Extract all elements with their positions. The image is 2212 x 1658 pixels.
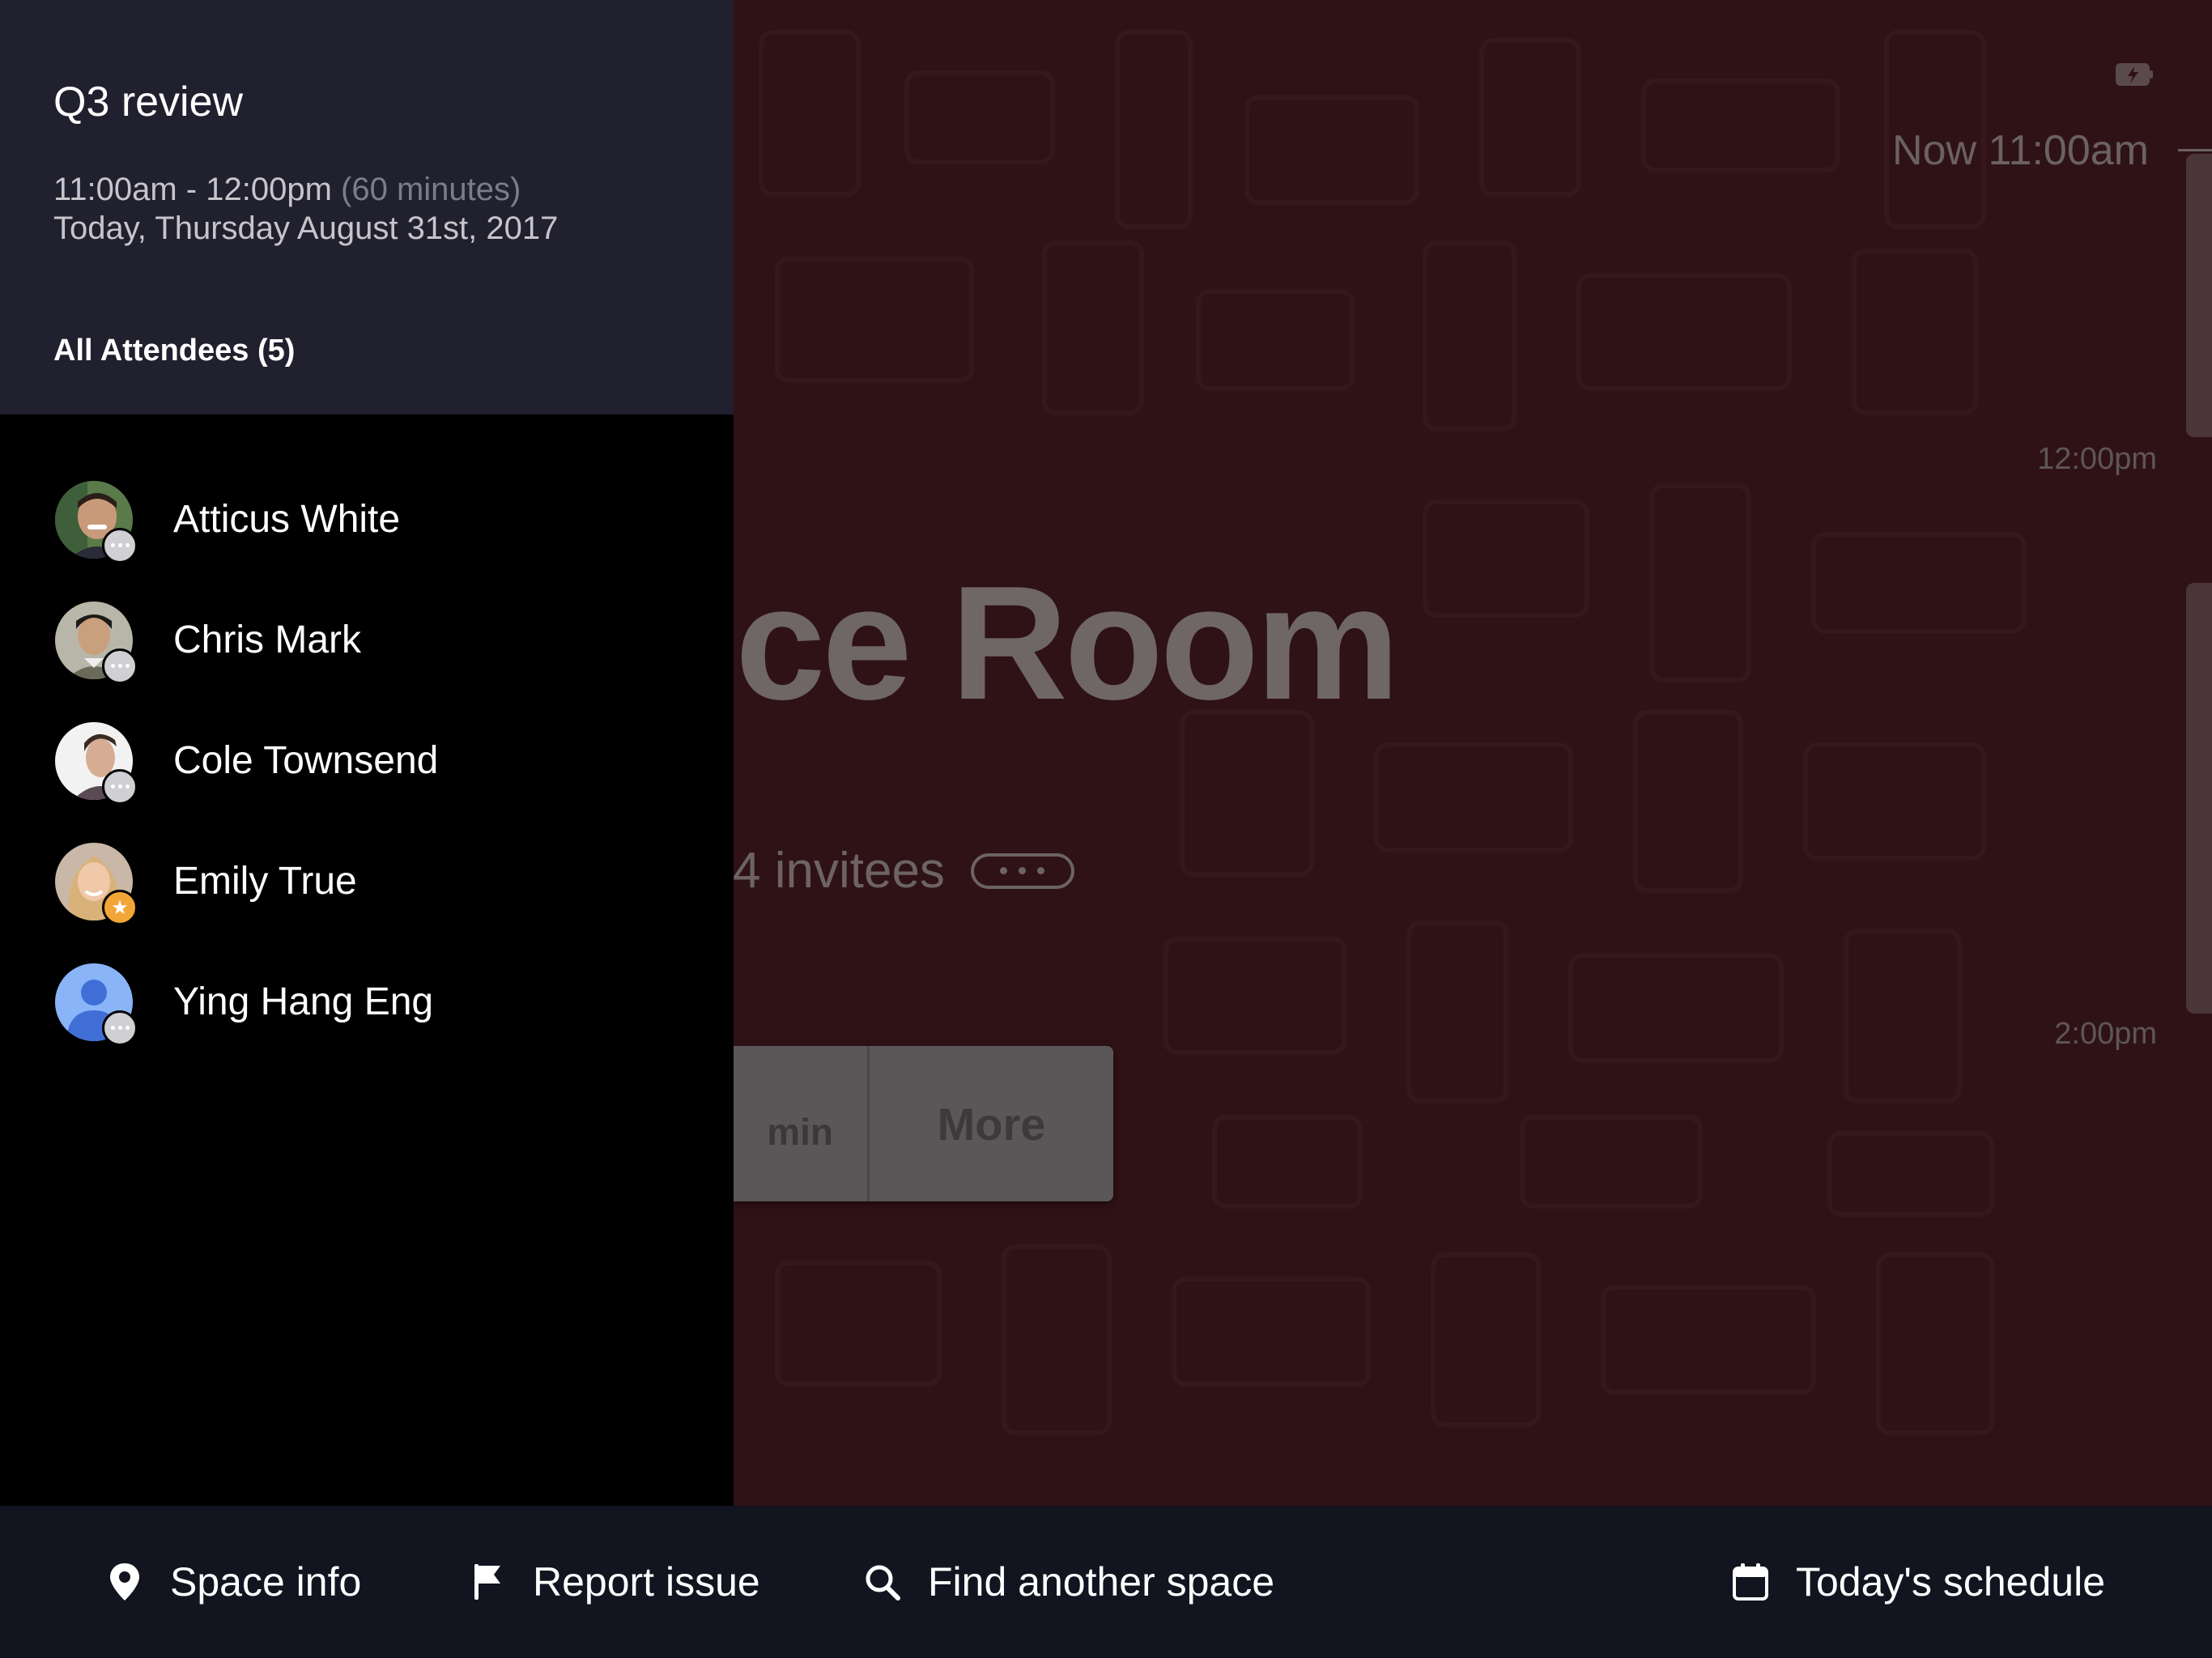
- room-name: nce Room: [640, 553, 1400, 733]
- meeting-date: Today, Thursday August 31st, 2017: [53, 210, 559, 246]
- meeting-duration: (60 minutes): [341, 172, 521, 207]
- avatar: [55, 721, 138, 805]
- invitees-row: 4 invitees: [733, 842, 1074, 899]
- attendee-name: Atticus White: [173, 498, 401, 541]
- avatar: [55, 601, 138, 684]
- avatar: [55, 480, 138, 563]
- more-dot: [1037, 867, 1045, 874]
- attendee-name: Cole Townsend: [173, 739, 439, 782]
- more-dot: [1019, 867, 1027, 874]
- attendees-heading: All Attendees (5): [53, 334, 296, 368]
- more-button-label: More: [937, 1098, 1046, 1150]
- report-issue-button[interactable]: Report issue: [468, 1506, 760, 1658]
- space-info-button[interactable]: Space info: [105, 1506, 361, 1658]
- attendee-name: Chris Mark: [173, 619, 362, 661]
- attendee-name: Emily True: [173, 860, 357, 903]
- search-icon: [866, 1565, 900, 1601]
- avatar: [55, 963, 138, 1046]
- extend-minutes-label: min: [767, 1111, 833, 1153]
- current-time-marker: [2178, 149, 2212, 151]
- timeline-event-block[interactable]: [2186, 154, 2212, 437]
- star-icon: ★: [111, 895, 129, 919]
- calendar-icon: [1733, 1563, 1768, 1601]
- space-info-label: Space info: [170, 1559, 362, 1605]
- flag-icon: [474, 1564, 500, 1600]
- attendee-item[interactable]: Atticus White: [0, 459, 734, 580]
- invitees-more-button[interactable]: [970, 852, 1074, 889]
- find-another-space-button[interactable]: Find another space: [863, 1506, 1274, 1658]
- current-time-label: Now 11:00am: [1892, 127, 2149, 174]
- attendee-status-badge: [102, 768, 138, 805]
- battery-charging-icon: [2116, 63, 2153, 86]
- timeline-time-label: 12:00pm: [2037, 442, 2157, 476]
- more-button[interactable]: More: [870, 1046, 1113, 1201]
- timeline-event-block[interactable]: [2186, 583, 2212, 1014]
- attendee-list: Atticus White Chris Mark Cole Townsend ★…: [0, 414, 734, 1062]
- avatar: ★: [55, 842, 138, 925]
- attendee-name: Ying Hang Eng: [173, 980, 434, 1023]
- meeting-time: 11:00am - 12:00pm (60 minutes): [53, 172, 521, 208]
- meeting-details-panel: Q3 review 11:00am - 12:00pm (60 minutes)…: [0, 0, 734, 1506]
- todays-schedule-label: Today's schedule: [1796, 1559, 2106, 1605]
- find-another-space-label: Find another space: [928, 1559, 1275, 1605]
- invitees-count: 4 invitees: [733, 843, 945, 899]
- meeting-header: Q3 review 11:00am - 12:00pm (60 minutes)…: [0, 0, 734, 414]
- attendee-item[interactable]: ★ Emily True: [0, 821, 734, 942]
- organizer-star-badge: ★: [102, 889, 138, 925]
- timeline-time-label: 2:00pm: [2054, 1017, 2157, 1051]
- attendee-status-badge: [102, 527, 138, 563]
- bottom-action-bar: Space info Report issue Find another spa…: [0, 1506, 2212, 1658]
- meeting-time-range: 11:00am - 12:00pm: [53, 172, 332, 207]
- meeting-title: Q3 review: [53, 79, 244, 125]
- attendee-item[interactable]: Ying Hang Eng: [0, 942, 734, 1062]
- attendee-item[interactable]: Chris Mark: [0, 580, 734, 700]
- location-pin-icon: [110, 1563, 139, 1601]
- more-dot: [1000, 867, 1008, 874]
- todays-schedule-button[interactable]: Today's schedule: [1731, 1506, 2105, 1658]
- report-issue-label: Report issue: [533, 1559, 760, 1605]
- attendee-status-badge: [102, 1010, 138, 1046]
- attendee-item[interactable]: Cole Townsend: [0, 700, 734, 821]
- attendee-status-badge: [102, 648, 138, 684]
